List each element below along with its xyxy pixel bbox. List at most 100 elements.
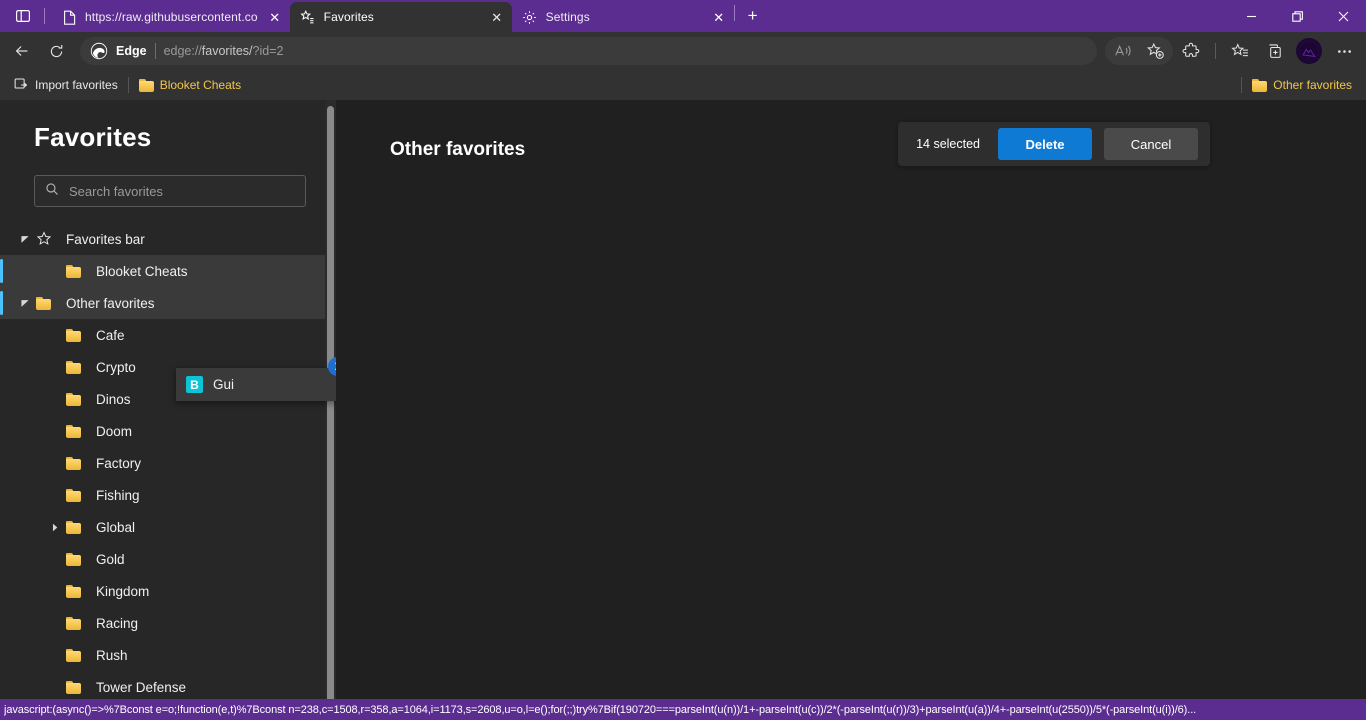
search-icon [45,182,59,201]
tree-item-label: Crypto [96,359,136,375]
selection-action-bar: 14 selected Delete Cancel [898,122,1210,166]
page-title: Favorites [34,122,152,152]
tree-item-label: Factory [96,455,142,471]
folder-icon [36,296,58,310]
read-aloud-icon[interactable] [1107,36,1139,66]
other-favorites-button[interactable]: Other favorites [1246,73,1358,97]
tree-item-gold[interactable]: Gold [0,543,336,575]
folder-icon [66,584,88,598]
sidebar-scrollbar-thumb[interactable] [327,106,334,702]
add-favorite-star-icon[interactable] [1139,36,1171,66]
minimize-button[interactable] [1228,0,1274,32]
bookmark-label: Blooket Cheats [159,78,242,92]
import-favorites-label: Import favorites [35,78,118,92]
close-icon[interactable]: ✕ [266,8,284,26]
folder-icon [66,488,88,502]
edge-logo-icon [90,42,108,60]
folder-icon [66,424,88,438]
tree-item-label: Gold [96,551,125,567]
back-arrow-icon[interactable] [6,36,38,66]
tree-item-kingdom[interactable]: Kingdom [0,575,336,607]
restore-button[interactable] [1274,0,1320,32]
tree-item-cafe[interactable]: Cafe [0,319,336,351]
tab-raw-githubusercontent[interactable]: https://raw.githubusercontent.co ✕ [51,2,290,32]
folder-icon [66,360,88,374]
tree-item-label: Dinos [96,391,131,407]
folder-icon [66,648,88,662]
tree-item-label: Cafe [96,327,125,343]
tab-settings[interactable]: Settings ✕ [512,2,734,32]
folder-icon [138,78,154,92]
tab-actions-icon[interactable] [8,2,38,30]
bookmarks-divider [127,77,129,93]
folder-icon [66,520,88,534]
favorites-sidebar: Favorites Search favorites Favorites bar… [0,100,336,720]
folder-icon [66,616,88,630]
drag-ghost: B Gui [176,368,336,401]
page-icon [61,9,77,25]
tree-item-other-favorites[interactable]: Other favorites [0,287,336,319]
tree-item-label: Global [96,519,136,535]
bookmarks-bar: Import favorites Blooket Cheats Other fa… [0,70,1366,100]
selection-count-label: 14 selected [916,137,980,151]
new-tab-button[interactable]: + [739,2,767,30]
window-controls [1228,0,1366,32]
tree-item-global[interactable]: Global [0,511,336,543]
blooket-favicon-icon: B [186,376,203,393]
cancel-button[interactable]: Cancel [1104,128,1198,160]
tree-item-racing[interactable]: Racing [0,607,336,639]
folder-icon [66,392,88,406]
tree-item-favorites-bar[interactable]: Favorites bar [0,223,336,255]
favorites-star-list-icon[interactable] [1224,36,1256,66]
tab-strip-left [0,0,51,32]
tab-favorites[interactable]: Favorites ✕ [289,2,512,32]
chevron-right-icon[interactable] [44,523,66,532]
tree-item-label: Tower Defense [96,679,187,695]
favorites-main: Other favorites 14 selected Delete Cance… [336,100,1366,720]
search-favorites-box[interactable]: Search favorites [34,175,306,207]
gear-icon [522,9,538,25]
drag-ghost-label: Gui [213,377,235,392]
import-favorites-button[interactable]: Import favorites [8,73,124,97]
collections-icon[interactable] [1258,36,1290,66]
tree-item-blooket-cheats[interactable]: Blooket Cheats [0,255,336,287]
tab-title: Settings [545,10,590,24]
tree-item-label: Favorites bar [66,231,145,247]
more-settings-ellipsis-icon[interactable] [1328,36,1360,66]
reload-icon[interactable] [40,36,72,66]
bookmarks-bar-right: Other favorites [1237,70,1358,100]
address-bar[interactable]: Edge edge://favorites/?id=2 [80,37,1097,65]
status-bar-text: javascript:(async()=>%7Bconst e=o;!funct… [4,703,1197,716]
search-input[interactable]: Search favorites [69,184,163,199]
tree-item-label: Doom [96,423,133,439]
omnibox-url: edge://favorites/?id=2 [164,44,284,58]
delete-button[interactable]: Delete [998,128,1092,160]
omnibox-divider [154,43,156,59]
close-icon[interactable]: ✕ [710,8,728,26]
tree-item-fishing[interactable]: Fishing [0,479,336,511]
tab-divider [733,4,735,21]
url-path: favorites/ [201,44,253,58]
close-icon[interactable]: ✕ [488,8,506,26]
extensions-puzzle-icon[interactable] [1175,36,1207,66]
toolbar-actions [1105,36,1360,66]
folder-icon [1252,78,1268,92]
tree-item-label: Rush [96,647,128,663]
other-favorites-label: Other favorites [1273,78,1352,92]
toolbar-divider [1215,43,1216,59]
omnibox-brand-label: Edge [116,44,147,58]
star-outline-icon [36,231,58,247]
tree-item-rush[interactable]: Rush [0,639,336,671]
bookmark-blooket-cheats[interactable]: Blooket Cheats [133,73,247,97]
close-button[interactable] [1320,0,1366,32]
chevron-down-icon[interactable] [14,299,36,308]
favorites-tree: Favorites bar Blooket Cheats Other favor… [0,223,336,703]
tree-item-factory[interactable]: Factory [0,447,336,479]
profile-avatar[interactable] [1296,38,1322,64]
folder-icon [66,680,88,694]
folder-icon [66,264,88,278]
tree-item-doom[interactable]: Doom [0,415,336,447]
tab-list: https://raw.githubusercontent.co ✕ Favor… [51,0,767,32]
chevron-down-icon[interactable] [14,235,36,244]
bookmarks-divider-right [1241,77,1243,93]
